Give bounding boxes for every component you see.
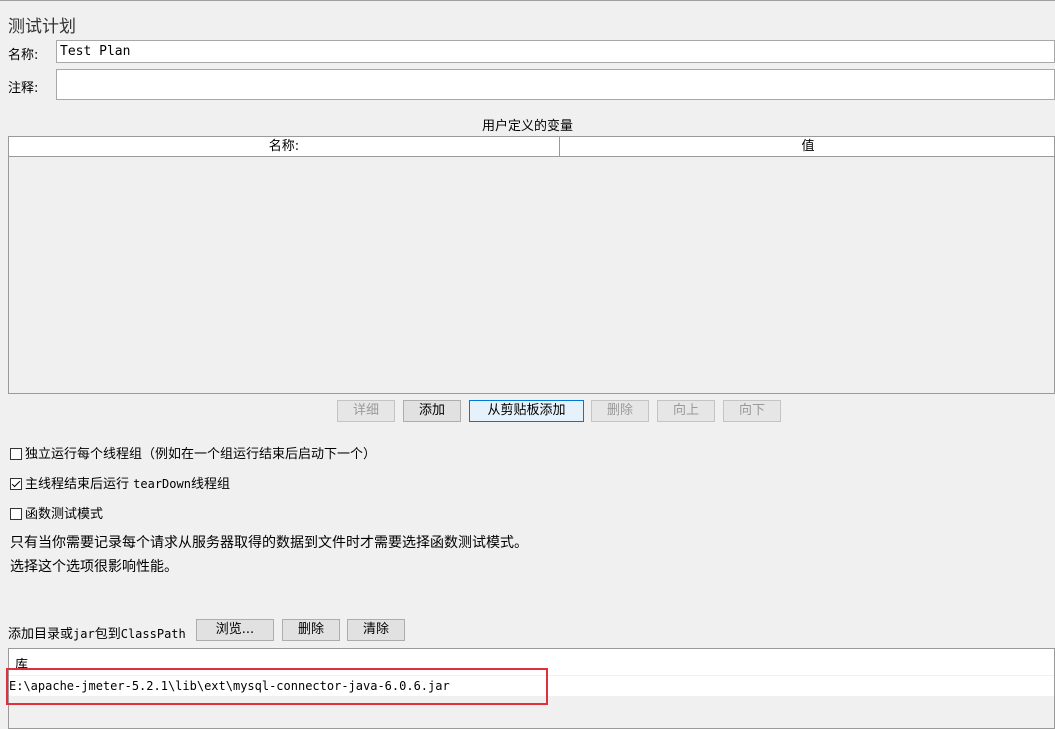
functional-mode-info: 只有当你需要记录每个请求从服务器取得的数据到文件时才需要选择函数测试模式。 选择…	[10, 531, 528, 579]
run-thread-groups-independently-option[interactable]: 独立运行每个线程组（例如在一个组运行结束后启动下一个）	[10, 443, 376, 462]
move-down-button[interactable]: 向下	[723, 400, 781, 422]
comment-label: 注释:	[8, 81, 39, 96]
functional-test-mode-option[interactable]: 函数测试模式	[10, 503, 103, 522]
classpath-label-code2: ClassPath	[120, 627, 186, 641]
variables-caption: 用户定义的变量	[481, 119, 573, 134]
teardown-label-suffix: 线程组	[190, 477, 230, 492]
classpath-label: 添加目录或jar包到ClassPath	[8, 623, 186, 642]
browse-button[interactable]: 浏览...	[196, 619, 274, 641]
classpath-label-mid: 包到	[94, 627, 121, 642]
teardown-after-shutdown-option[interactable]: 主线程结束后运行 tearDown线程组	[10, 473, 230, 492]
clear-classpath-button[interactable]: 清除	[347, 619, 405, 641]
classpath-label-code1: jar	[73, 627, 95, 641]
page-title: 测试计划	[8, 17, 76, 37]
teardown-label-prefix: 主线程结束后运行	[25, 477, 134, 492]
library-path: E:\apache-jmeter-5.2.1\lib\ext\mysql-con…	[9, 679, 450, 693]
delete-variable-button[interactable]: 删除	[591, 400, 649, 422]
comment-field[interactable]	[56, 69, 1055, 100]
name-field[interactable]	[56, 40, 1055, 63]
delete-classpath-button[interactable]: 删除	[282, 619, 340, 641]
detail-button[interactable]: 详细	[337, 400, 395, 422]
run-independently-checkbox[interactable]	[10, 448, 22, 460]
name-label: 名称:	[8, 48, 39, 63]
library-table-header: 库	[9, 649, 1054, 675]
info-line-1: 只有当你需要记录每个请求从服务器取得的数据到文件时才需要选择函数测试模式。	[10, 535, 528, 551]
variables-table-header: 名称: 值	[9, 137, 1054, 157]
variables-table[interactable]: 名称: 值	[8, 136, 1055, 394]
info-line-2: 选择这个选项很影响性能。	[10, 559, 178, 575]
library-table[interactable]: 库 E:\apache-jmeter-5.2.1\lib\ext\mysql-c…	[8, 648, 1055, 729]
add-button[interactable]: 添加	[403, 400, 461, 422]
functional-test-mode-label: 函数测试模式	[25, 507, 104, 522]
teardown-label-code: tearDown	[133, 477, 191, 491]
run-independently-label: 独立运行每个线程组（例如在一个组运行结束后启动下一个）	[25, 447, 377, 462]
add-from-clipboard-button[interactable]: 从剪贴板添加	[469, 400, 584, 422]
teardown-checkbox[interactable]	[10, 478, 22, 490]
library-column-header[interactable]: 库	[15, 654, 28, 673]
column-header-name[interactable]: 名称:	[9, 137, 560, 156]
table-row[interactable]: E:\apache-jmeter-5.2.1\lib\ext\mysql-con…	[9, 676, 1054, 696]
move-up-button[interactable]: 向上	[657, 400, 715, 422]
functional-test-mode-checkbox[interactable]	[10, 508, 22, 520]
classpath-label-prefix: 添加目录或	[8, 627, 74, 642]
column-header-value[interactable]: 值	[560, 137, 1055, 156]
panel-top-border	[0, 0, 1055, 1]
